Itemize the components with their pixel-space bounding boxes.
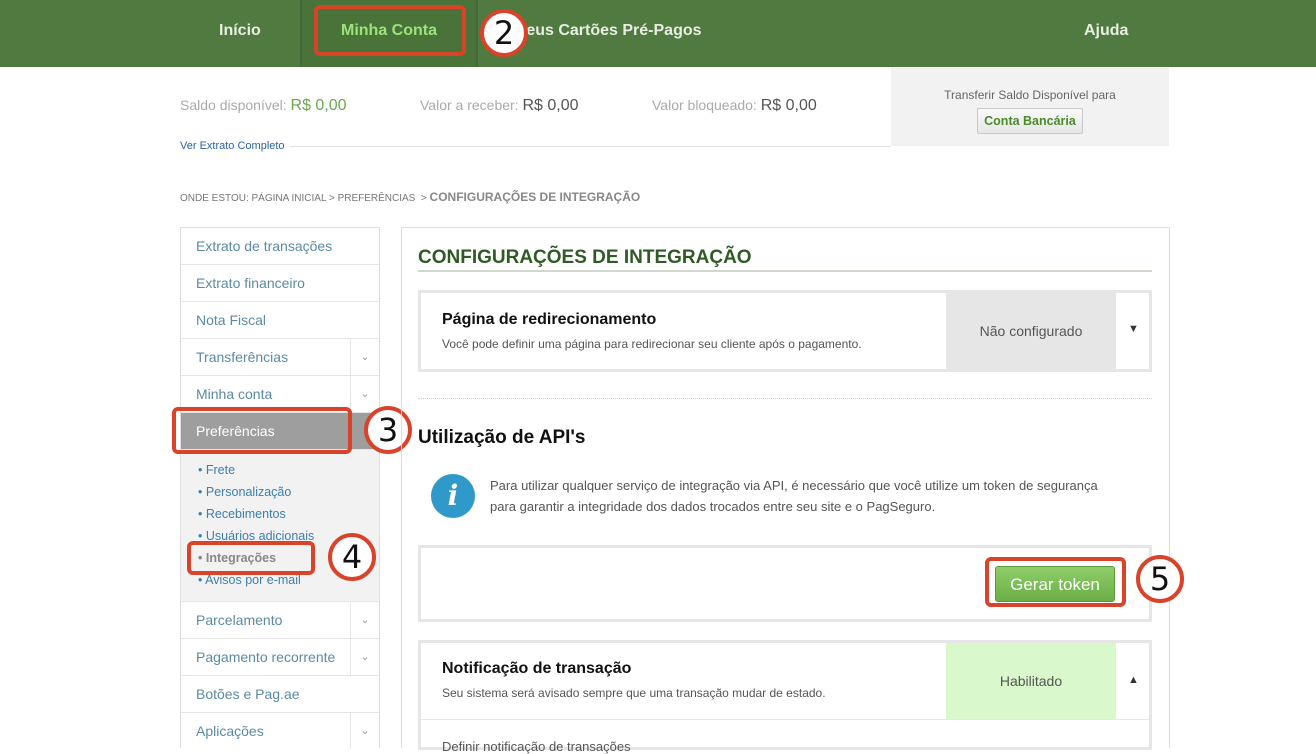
step-badge-5: 5: [1136, 555, 1184, 603]
panel-divider: [421, 719, 1149, 720]
redirect-status: Não configurado: [946, 293, 1116, 369]
api-section-title: Utilização de API's: [418, 427, 586, 448]
sidebar-item-label: Aplicações: [196, 723, 264, 739]
valor-a-receber-label: Valor a receber:: [420, 97, 519, 113]
sidebar-item-nota-fiscal[interactable]: Nota Fiscal: [181, 302, 379, 339]
nav-separator: [476, 0, 478, 67]
sidebar-item-label: Transferências: [196, 349, 289, 365]
breadcrumb-preferencias[interactable]: PREFERÊNCIAS: [338, 193, 416, 204]
notification-panel[interactable]: Notificação de transação Seu sistema ser…: [418, 640, 1152, 754]
valor-bloqueado-label: Valor bloqueado:: [652, 97, 757, 113]
nav-ajuda[interactable]: Ajuda: [1084, 0, 1128, 62]
submenu-item-personalizacao[interactable]: • Personalização: [198, 485, 291, 499]
highlight-preferencias: [172, 407, 352, 454]
submenu-item-frete[interactable]: • Frete: [198, 463, 235, 477]
sidebar-item-parcelamento[interactable]: Parcelamento ⌄: [181, 602, 379, 639]
title-underline: [418, 270, 1152, 272]
api-info-line1: Para utilizar qualquer serviço de integr…: [490, 478, 1098, 493]
sidebar-item-label: Nota Fiscal: [196, 312, 267, 328]
transfer-label: Transferir Saldo Disponível para: [944, 88, 1116, 102]
submenu-item-label: Recebimentos: [205, 507, 286, 521]
redirect-title: Página de redirecionamento: [442, 311, 657, 328]
breadcrumb-prefix: ONDE ESTOU:: [180, 193, 249, 204]
chevron-down-icon[interactable]: ⌄: [350, 713, 379, 749]
conta-bancaria-button[interactable]: Conta Bancária: [977, 108, 1083, 134]
sidebar-item-label: Extrato de transações: [196, 238, 333, 254]
info-icon: i: [431, 474, 475, 518]
notification-status: Habilitado: [946, 643, 1116, 719]
sidebar-item-label: Botões e Pag.ae: [196, 686, 300, 702]
sidebar: Extrato de transações Extrato financeiro…: [180, 227, 380, 749]
breadcrumb-current: CONFIGURAÇÕES DE INTEGRAÇÃO: [429, 190, 641, 204]
sidebar-item-botoes-pagae[interactable]: Botões e Pag.ae: [181, 676, 379, 713]
saldo-disponivel: Saldo disponível: R$ 0,00: [180, 97, 347, 115]
sidebar-item-label: Pagamento recorrente: [196, 649, 336, 665]
valor-a-receber: Valor a receber: R$ 0,00: [420, 97, 579, 115]
highlight-gerar-token: [985, 557, 1126, 607]
step-badge-4: 4: [328, 533, 376, 581]
redirect-desc: Você pode definir uma página para redire…: [442, 337, 862, 351]
nav-inicio[interactable]: Início: [219, 0, 261, 62]
caret-up-icon[interactable]: ▲: [1128, 674, 1139, 686]
notification-desc: Seu sistema será avisado sempre que uma …: [442, 686, 826, 700]
notification-title: Notificação de transação: [442, 660, 632, 677]
top-navigation: Início Minha Conta Meus Cartões Pré-Pago…: [0, 0, 1316, 67]
breadcrumb-home[interactable]: PÁGINA INICIAL: [252, 193, 327, 204]
transfer-box: Transferir Saldo Disponível para Conta B…: [891, 67, 1169, 146]
sidebar-item-transferencias[interactable]: Transferências ⌄: [181, 339, 379, 376]
chevron-down-icon[interactable]: ⌄: [350, 376, 379, 412]
ver-extrato-link[interactable]: Ver Extrato Completo: [180, 140, 285, 152]
sidebar-item-extrato-financeiro[interactable]: Extrato financeiro: [181, 265, 379, 302]
sidebar-item-label: Minha conta: [196, 386, 273, 402]
breadcrumb: ONDE ESTOU: PÁGINA INICIAL > PREFERÊNCIA…: [180, 190, 641, 204]
saldo-disponivel-label: Saldo disponível:: [180, 97, 287, 113]
submenu-item-label: Avisos por e-mail: [205, 573, 301, 587]
submenu-item-avisos-email[interactable]: • Avisos por e-mail: [198, 573, 301, 587]
caret-down-icon[interactable]: ▼: [1128, 323, 1139, 335]
step-badge-2: 2: [480, 9, 528, 57]
chevron-down-icon[interactable]: ⌄: [350, 602, 379, 638]
saldo-disponivel-value: R$ 0,00: [290, 97, 347, 114]
highlight-integracoes: [187, 541, 315, 575]
chevron-down-icon[interactable]: ⌄: [350, 339, 379, 375]
valor-bloqueado-value: R$ 0,00: [760, 97, 817, 114]
nav-cartoes-pre-pagos[interactable]: Meus Cartões Pré-Pagos: [513, 0, 702, 62]
api-info-line2: para garantir a integridade dos dados tr…: [490, 499, 936, 514]
sidebar-item-label: Extrato financeiro: [196, 275, 305, 291]
divider: [290, 146, 891, 147]
submenu-item-label: Personalização: [205, 485, 292, 499]
valor-a-receber-value: R$ 0,00: [522, 97, 579, 114]
submenu-item-label: Frete: [205, 463, 236, 477]
valor-bloqueado: Valor bloqueado: R$ 0,00: [652, 97, 817, 115]
page-title: CONFIGURAÇÕES DE INTEGRAÇÃO: [418, 247, 752, 268]
highlight-minha-conta: [314, 5, 466, 56]
chevron-down-icon[interactable]: ⌄: [350, 639, 379, 675]
redirect-panel[interactable]: Página de redirecionamento Você pode def…: [418, 290, 1152, 372]
submenu-item-recebimentos[interactable]: • Recebimentos: [198, 507, 286, 521]
sidebar-item-pagamento-recorrente[interactable]: Pagamento recorrente ⌄: [181, 639, 379, 676]
dotted-divider: [418, 398, 1152, 399]
sidebar-item-aplicacoes[interactable]: Aplicações ⌄: [181, 713, 379, 749]
sidebar-item-extrato-transacoes[interactable]: Extrato de transações: [181, 228, 379, 265]
sidebar-item-label: Parcelamento: [196, 612, 283, 628]
